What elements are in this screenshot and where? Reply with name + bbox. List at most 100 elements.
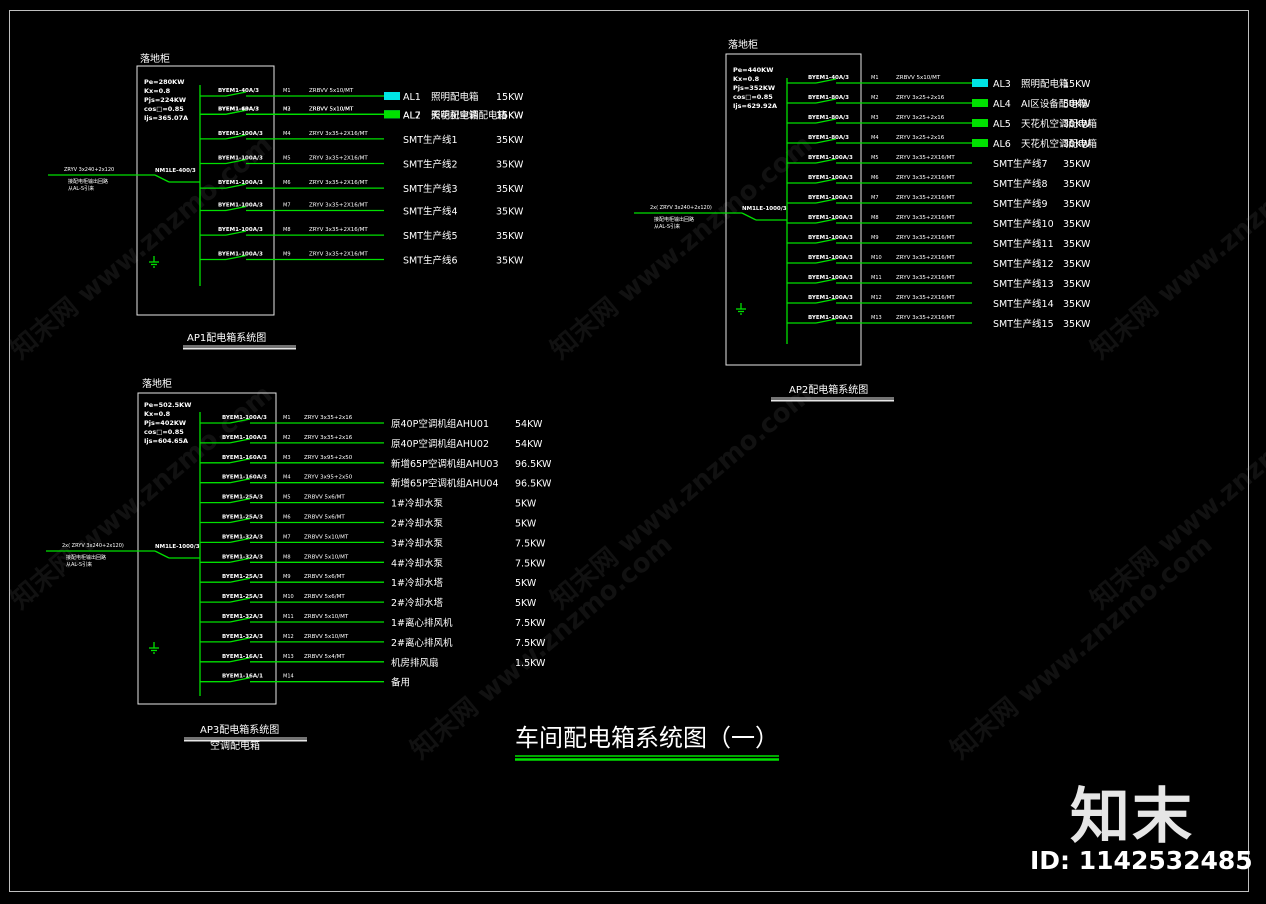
load-power: 54KW <box>515 419 543 430</box>
breaker-label: BYEM1-25A/3 <box>222 515 263 521</box>
cable-spec: ZRBVV 5x6/MT <box>304 594 345 600</box>
load-name: SMT生产线8 <box>993 178 1048 190</box>
cable-spec: ZRYV 3x35+2X16/MT <box>896 315 955 321</box>
load-power: 96.5KW <box>515 459 552 470</box>
load-name: 1#冷却水塔 <box>391 577 444 589</box>
load-name: 2#离心排风机 <box>391 637 453 649</box>
ap1-panel: 落地柜 Pe=280KWKx=0.8Pjs=224KWcos□=0.85Ijs=3… <box>48 52 524 350</box>
ap2-circuit: BYEM1-100A/3 M12 ZRYV 3x35+2X16/MT SMT生产线14… <box>787 295 1091 310</box>
ap1-stat: Ijs=365.07A <box>144 114 188 122</box>
breaker-label: BYEM1-100A/3 <box>808 275 853 281</box>
ap2-stat: Kx=0.8 <box>733 75 760 83</box>
breaker-label: BYEM1-80A/3 <box>808 115 849 121</box>
load-name: 原40P空调机组AHU01 <box>391 418 489 430</box>
ap2-circuit: BYEM1-100A/3 M10 ZRYV 3x35+2X16/MT SMT生产线12… <box>787 255 1091 270</box>
cable-spec: ZRBVV 5x6/MT <box>304 574 345 580</box>
load-name: 1#离心排风机 <box>391 617 453 629</box>
load-power: 35KW <box>1063 239 1091 250</box>
ap1-main-breaker-symbol <box>154 174 170 183</box>
breaker-label: BYEM1-32A/3 <box>222 534 263 540</box>
circuit-id: M9 <box>283 252 291 258</box>
circuit-id: M3 <box>283 106 291 112</box>
ap2-circuit: BYEM1-80A/3 M4 ZRYV 3x25+2x16AL6 天花机空调配电箱30… <box>787 135 1097 150</box>
circuit-id: M8 <box>871 215 879 221</box>
ap2-circuit: BYEM1-100A/3 M9 ZRYV 3x35+2X16/MT SMT生产线11 3… <box>787 235 1091 250</box>
circuit-id: M6 <box>283 180 291 186</box>
ap3-incoming-from: 从AL-S引来 <box>66 561 92 568</box>
ap2-stat: Pjs=352KW <box>733 84 775 92</box>
cable-spec: ZRBVV 5x10/MT <box>304 534 349 540</box>
load-name: 照明配电箱 <box>431 91 479 103</box>
load-name: SMT生产线10 <box>993 218 1054 230</box>
ap1-incoming-cable: ZRYV 3x240+2x120 <box>64 167 114 173</box>
load-name: SMT生产线5 <box>403 230 458 242</box>
load-name: 照明配电箱 <box>1021 78 1069 90</box>
cable-spec: ZRYV 3x35+2X16/MT <box>309 180 368 186</box>
circuit-id: M11 <box>283 614 294 620</box>
load-power: 7.5KW <box>515 558 546 569</box>
load-power: 35KW <box>1063 219 1091 230</box>
load-box-symbol <box>972 79 988 87</box>
cable-spec: ZRYV 3x35+2X16/MT <box>896 295 955 301</box>
ap3-stat: cos□=0.85 <box>144 428 184 436</box>
ap3-circuit: BYEM1-25A/3 M5 ZRBVV 5x6/MT 1#冷却水泵 5KW <box>200 495 537 510</box>
load-power: 35KW <box>496 256 524 267</box>
load-name: 新增65P空调机组AHU03 <box>391 458 499 470</box>
ap3-circuit: BYEM1-32A/3 M7 ZRBVV 5x10/MT 3#冷却水泵 7.5KW <box>200 534 546 549</box>
load-power: 5KW <box>515 598 537 609</box>
circuit-id: M4 <box>283 131 291 137</box>
load-power: 5KW <box>515 519 537 530</box>
cable-spec: ZRBVV 5x6/MT <box>304 515 345 521</box>
breaker-label: BYEM1-32A/3 <box>222 614 263 620</box>
breaker-label: BYEM1-32A/3 <box>222 554 263 560</box>
load-box-symbol <box>384 92 400 100</box>
load-power: 5KW <box>515 499 537 510</box>
cable-spec: ZRYV 3x35+2X16/MT <box>896 275 955 281</box>
load-box-symbol <box>972 119 988 127</box>
load-tag: AL3 <box>993 79 1011 90</box>
breaker-label: BYEM1-100A/3 <box>218 131 263 137</box>
cable-spec: ZRBVV 5x6/MT <box>304 495 345 501</box>
breaker-label: BYEM1-100A/3 <box>808 255 853 261</box>
ap1-stat: Pe=280KW <box>144 78 184 86</box>
cable-spec: ZRYV 3x35+2X16/MT <box>309 156 368 162</box>
ap2-stat: Pe=440KW <box>733 66 773 74</box>
circuit-id: M5 <box>283 495 291 501</box>
ap1-incoming-note: 接配电柜输出回路 <box>68 178 108 185</box>
breaker-label: BYEM1-100A/3 <box>808 175 853 181</box>
circuit-id: M6 <box>283 515 291 521</box>
load-name: SMT生产线14 <box>993 298 1054 310</box>
load-name: 3#冷却水泵 <box>391 537 444 549</box>
watermark-text: 知末网 www.znzmo.com <box>545 379 818 615</box>
load-power: 7.5KW <box>515 618 546 629</box>
load-name: SMT生产线7 <box>993 158 1048 170</box>
ap3-main-breaker-symbol <box>154 550 170 559</box>
breaker-label: BYEM1-40A/3 <box>808 75 849 81</box>
load-name: 2#冷却水泵 <box>391 518 444 530</box>
load-name: 新增65P空调机组AHU04 <box>391 478 499 490</box>
cable-spec: ZRYV 3x35+2x16 <box>304 415 353 421</box>
breaker-label: BYEM1-16A/1 <box>222 654 263 660</box>
breaker-label: BYEM1-80A/3 <box>808 135 849 141</box>
circuit-id: M2 <box>871 95 879 101</box>
load-tag: AL7 <box>403 110 421 121</box>
cable-spec: ZRYV 3x35+2X16/MT <box>309 252 368 258</box>
load-power: 35KW <box>1063 319 1091 330</box>
cable-spec: ZRYV 3x35+2X16/MT <box>896 215 955 221</box>
watermark-text: 知末网 www.znzmo.com <box>5 129 278 365</box>
cable-spec: ZRYV 3x35+2X16/MT <box>896 195 955 201</box>
circuit-id: M4 <box>283 475 291 481</box>
load-name: SMT生产线9 <box>993 198 1048 210</box>
load-name: 4#冷却水泵 <box>391 557 444 569</box>
circuit-id: M5 <box>283 156 291 162</box>
ap3-diagram-subtitle: 空调配电箱 <box>210 739 260 752</box>
cable-spec: ZRBVV 5x10/MT <box>304 614 349 620</box>
ap3-cabinet-label: 落地柜 <box>142 377 172 390</box>
ap3-incoming-cable: 2x( ZRYV 3x240+2x120) <box>62 543 124 549</box>
breaker-label: BYEM1-100A/3 <box>218 180 263 186</box>
ap1-circuit: BYEM1-100A/3 M6 ZRYV 3x35+2X16/MT SMT生产线3 35… <box>200 180 524 195</box>
ap3-circuit: BYEM1-25A/3 M9 ZRBVV 5x6/MT 1#冷却水塔 5KW <box>200 574 537 589</box>
load-name: SMT生产线4 <box>403 206 458 218</box>
load-power: 7.5KW <box>515 538 546 549</box>
ap2-circuit: BYEM1-100A/3 M13 ZRYV 3x35+2X16/MT SMT生产线15… <box>787 315 1091 330</box>
